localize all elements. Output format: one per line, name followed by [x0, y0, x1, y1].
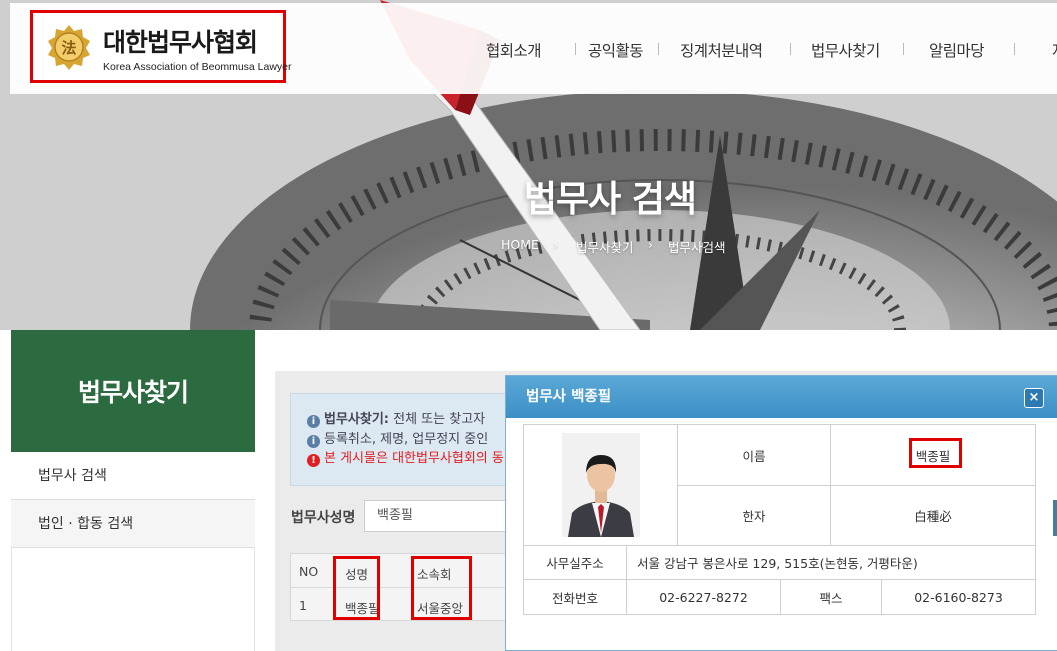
highlight-name-value	[909, 438, 962, 468]
lawyer-detail-popup: 법무사 백종필 × 이름 백종필 한자 白種必 사무실주소 서울 강남구 봉은사…	[505, 375, 1057, 651]
site-header: 法 대한법무사협회 Korea Association of Beommusa …	[10, 3, 1057, 94]
page-title: 법무사 검색	[523, 179, 697, 220]
chevron-right-icon: ›	[648, 237, 653, 252]
highlight-name-column	[333, 556, 380, 620]
nav-divider	[1014, 43, 1015, 55]
nav-divider	[903, 43, 904, 55]
logo-title: 대한법무사협회	[103, 28, 258, 57]
fax-label-cell: 팩스	[780, 579, 882, 615]
close-icon[interactable]: ×	[1024, 388, 1044, 408]
hanja-value-cell: 白種必	[830, 485, 1036, 546]
name-search-input[interactable]: 백종필	[364, 500, 514, 532]
popup-title: 법무사 백종필	[506, 376, 1057, 418]
association-emblem-icon: 法	[48, 25, 90, 70]
breadcrumb-home[interactable]: HOME	[501, 237, 539, 252]
row-no: 1	[299, 598, 307, 613]
results-row-divider	[290, 587, 510, 588]
address-label-cell: 사무실주소	[523, 545, 627, 580]
nav-divider	[575, 43, 576, 55]
nav-public-service[interactable]: 공익활동	[588, 39, 644, 61]
nav-more[interactable]: 자	[1052, 39, 1057, 61]
chevron-right-icon: ›	[553, 237, 558, 252]
name-label-cell: 이름	[677, 424, 831, 486]
breadcrumb-search: 법무사검색	[668, 240, 726, 255]
phone-value-cell: 02-6227-8272	[626, 579, 781, 615]
sidebar-item-corporate-search[interactable]: 법인 · 합동 검색	[11, 500, 255, 548]
profile-photo	[562, 433, 640, 537]
phone-label-cell: 전화번호	[523, 579, 627, 615]
notice-line-2: i 등록취소, 제명, 업무정지 중인	[307, 428, 488, 448]
nav-divider	[658, 43, 659, 55]
nav-about[interactable]: 협회소개	[486, 39, 542, 61]
logo-subtitle: Korea Association of Beommusa Lawyer	[103, 61, 292, 73]
breadcrumb-find[interactable]: 법무사찾기	[576, 237, 634, 256]
search-label: 법무사성명	[291, 510, 356, 526]
address-value-cell: 서울 강남구 봉은사로 129, 515호(논현동, 거평타운)	[626, 545, 1036, 580]
nav-disciplinary[interactable]: 징계처분내역	[680, 39, 763, 61]
notice-line-3: ! 본 게시물은 대한법무사협회의 동	[307, 447, 504, 467]
fax-value-cell: 02-6160-8273	[881, 579, 1036, 615]
site-logo[interactable]: 法 대한법무사협회 Korea Association of Beommusa …	[30, 10, 292, 83]
highlight-branch-column	[411, 556, 472, 620]
nav-find-beommusa[interactable]: 법무사찾기	[811, 39, 880, 61]
info-icon: i	[307, 415, 320, 428]
nav-divider	[790, 43, 791, 55]
emblem-text: 法	[61, 39, 76, 57]
hanja-label-cell: 한자	[677, 485, 831, 546]
alert-icon: !	[307, 454, 320, 467]
scroll-edge	[1053, 500, 1057, 536]
nav-notice[interactable]: 알림마당	[929, 39, 985, 61]
col-header-no: NO	[299, 564, 319, 579]
sidebar-item-search[interactable]: 법무사 검색	[11, 452, 255, 500]
page: 法 대한법무사협회 Korea Association of Beommusa …	[0, 0, 1057, 651]
sidebar-title: 법무사찾기	[11, 330, 255, 452]
notice-line-1: i 법무사찾기: 전체 또는 찾고자	[307, 408, 485, 428]
